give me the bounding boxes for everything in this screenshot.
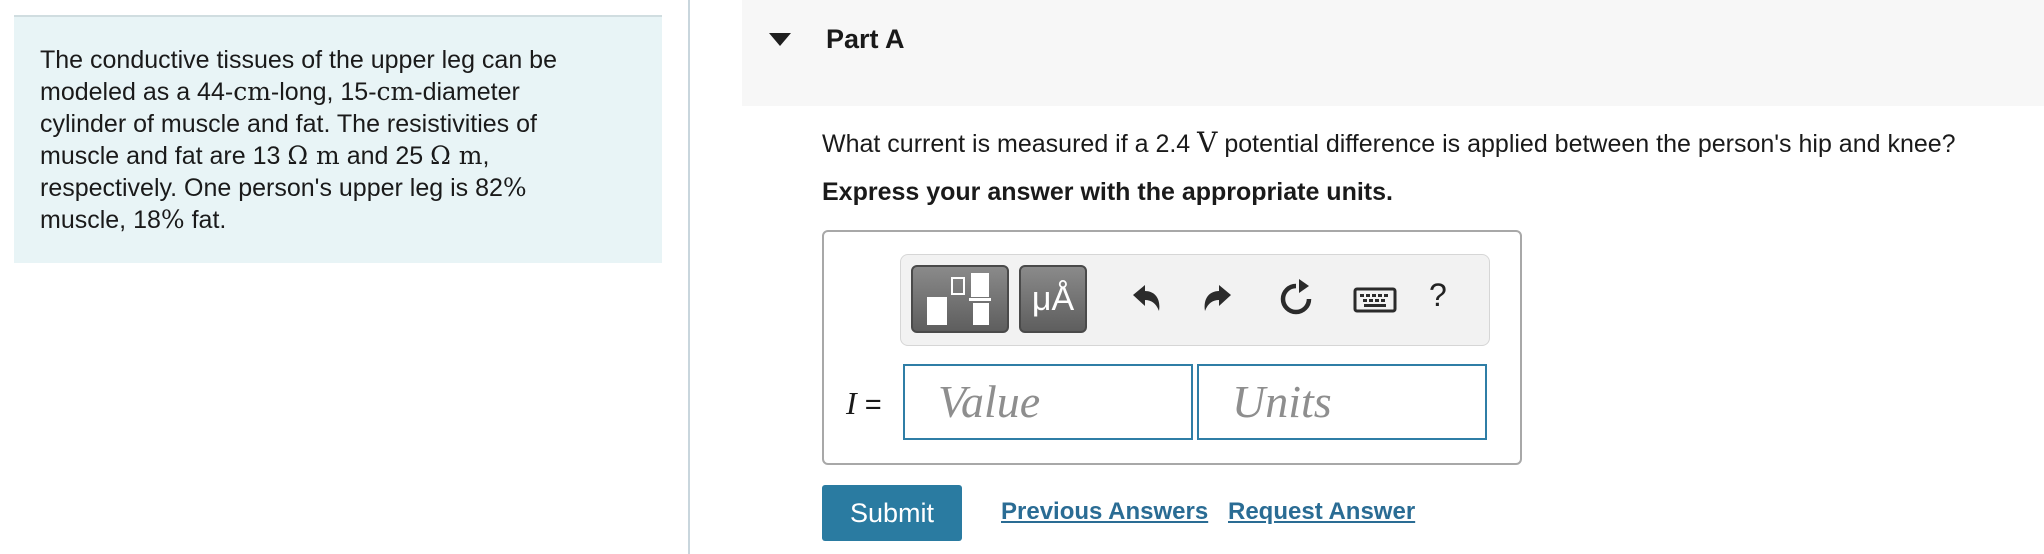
submit-button[interactable]: Submit (822, 485, 962, 541)
question-text-span: What current is measured if a 2.4 (822, 130, 1198, 158)
question-text: What current is measured if a 2.4 V pote… (822, 127, 1956, 160)
value-input[interactable]: Value (903, 364, 1193, 440)
problem-text-span: -long, 15- (270, 78, 377, 106)
problem-line: The conductive tissues of the upper leg … (40, 46, 557, 74)
instruction-text: Express your answer with the appropriate… (822, 178, 1393, 206)
unit-cm: cm (376, 77, 415, 106)
unit-ohm-meter: Ω m (430, 141, 483, 170)
problem-statement: The conductive tissues of the upper leg … (40, 44, 640, 236)
problem-text-span: modeled as a 44- (40, 78, 234, 106)
variable-symbol: I (846, 385, 857, 421)
problem-panel: The conductive tissues of the upper leg … (14, 15, 662, 263)
problem-text-span: and 25 (339, 142, 431, 170)
units-button[interactable]: μÅ (1019, 265, 1087, 333)
undo-icon[interactable] (1119, 273, 1169, 327)
problem-text-span: -diameter (414, 78, 520, 106)
problem-text-span: muscle, 18 (40, 206, 161, 234)
percent-sign: % (502, 173, 527, 202)
unit-ohm-meter: Ω m (287, 141, 340, 170)
problem-line: cylinder of muscle and fat. The resistiv… (40, 110, 537, 138)
previous-answers-link[interactable]: Previous Answers (1001, 498, 1208, 526)
request-answer-link[interactable]: Request Answer (1228, 498, 1415, 526)
column-divider (688, 0, 690, 554)
problem-text-span: muscle and fat are 13 (40, 142, 288, 170)
part-header[interactable]: Part A (742, 0, 2044, 106)
part-title: Part A (826, 24, 905, 54)
reset-icon[interactable] (1271, 273, 1321, 327)
math-toolbar: μÅ ? (900, 254, 1490, 346)
help-button[interactable]: ? (1429, 277, 1447, 314)
problem-text-span: respectively. One person's upper leg is … (40, 174, 503, 202)
units-input[interactable]: Units (1197, 364, 1487, 440)
variable-label: I = (846, 385, 882, 422)
collapse-caret-icon[interactable] (769, 33, 791, 46)
problem-text-span: fat. (184, 206, 227, 234)
question-text-span: potential difference is applied between … (1217, 130, 1956, 158)
unit-volt: V (1197, 126, 1218, 159)
percent-sign: % (160, 205, 185, 234)
problem-text-span: , (482, 142, 490, 170)
unit-cm: cm (233, 77, 271, 106)
redo-icon[interactable] (1195, 273, 1245, 327)
templates-button[interactable] (911, 265, 1009, 333)
equals-sign: = (856, 389, 882, 421)
keyboard-icon[interactable] (1351, 273, 1399, 327)
